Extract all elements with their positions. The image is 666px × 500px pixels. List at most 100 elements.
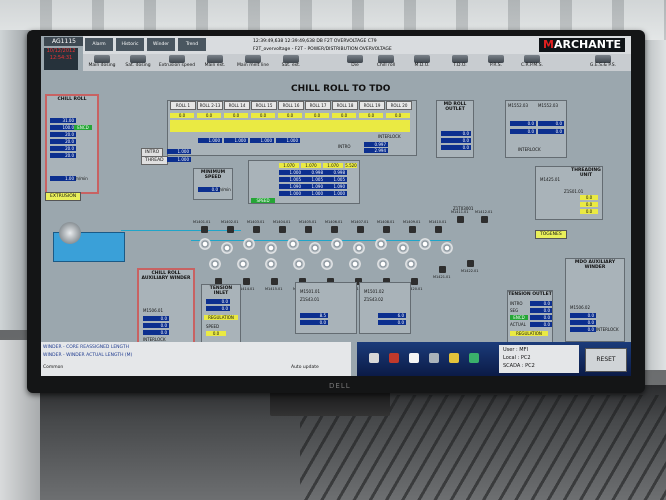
setpoint-right-value-1: 6.0 bbox=[378, 313, 406, 318]
right-top-panel: M1552.03 M1552.03 0.0 0.0 0.0 0.0 INTERL… bbox=[505, 100, 567, 158]
chill-roll-aux-winder-panel: CHILL ROLL AUXILIARY WINDER M1506.01 0.0… bbox=[137, 268, 195, 348]
scada-label: SCADA : bbox=[503, 363, 524, 369]
motor-bottom-label-3: M1415.01 bbox=[265, 287, 283, 291]
motor-label-12: M1412.01 bbox=[475, 210, 493, 214]
motor-5[interactable] bbox=[305, 226, 312, 233]
thread-label[interactable]: THREAD bbox=[141, 156, 168, 165]
setpoint-right-code: M1501.02 bbox=[364, 289, 384, 294]
menu-tdo[interactable]: T.D.O. bbox=[445, 54, 475, 71]
motor-6[interactable] bbox=[331, 226, 338, 233]
tension-inlet-value-1: 0.0 bbox=[206, 299, 230, 304]
roll-intro-value-3: 1.000 bbox=[250, 138, 274, 143]
film-path bbox=[121, 230, 241, 231]
tension-outlet-row-2: SEG bbox=[510, 308, 519, 313]
process-menu: Main dosing Sat. dosing Extrusion speed … bbox=[83, 54, 631, 71]
roller-5 bbox=[287, 238, 299, 250]
roller-20 bbox=[405, 258, 417, 270]
motor-label-4: M1404.01 bbox=[273, 220, 291, 224]
warning-icon[interactable] bbox=[449, 353, 459, 363]
message-line-1[interactable]: WINDER - CORE REASSIGNED LENGTH bbox=[43, 344, 129, 351]
roller-14 bbox=[237, 258, 249, 270]
ges-icon bbox=[595, 55, 611, 63]
motor-label-8: M1408.01 bbox=[377, 220, 395, 224]
stop-icon[interactable] bbox=[389, 353, 399, 363]
extrusion-tag[interactable]: EXTRUSION bbox=[45, 192, 82, 201]
roller-12 bbox=[441, 242, 453, 254]
chill-roll-panel: CHILL ROLL 31.00 100.0 ENCD 20.0 20.0 20… bbox=[45, 94, 99, 194]
chill-value-3: 20.0 bbox=[50, 132, 76, 137]
mdo-aux-value-1: 0.0 bbox=[570, 313, 596, 318]
chart-icon[interactable] bbox=[469, 353, 479, 363]
motor-3[interactable] bbox=[253, 226, 260, 233]
motor-4[interactable] bbox=[279, 226, 286, 233]
menu-main-ext[interactable]: Main ext. bbox=[199, 54, 231, 71]
roller-11 bbox=[419, 238, 431, 250]
menu-mdo[interactable]: M.D.O. bbox=[407, 54, 437, 71]
center-r1-b: 0.998 bbox=[301, 170, 325, 175]
alarm-button[interactable]: Alarm bbox=[85, 38, 113, 51]
reset-button[interactable]: RESET bbox=[585, 348, 627, 372]
dosing-icon bbox=[130, 55, 146, 63]
motor-21[interactable] bbox=[439, 266, 446, 273]
mdo-aux-interlock: INTERLOCK bbox=[596, 327, 619, 332]
menu-die[interactable]: Die bbox=[345, 54, 365, 71]
roll-value-1: 0.0 bbox=[170, 113, 194, 118]
menu-main-melt-line[interactable]: Main melt line bbox=[233, 54, 273, 71]
menu-extrusion-speed[interactable]: Extrusion speed bbox=[157, 54, 197, 71]
motor-9[interactable] bbox=[409, 226, 416, 233]
md-roll-outlet-title: MD ROLL OUTLET bbox=[443, 102, 467, 112]
motor-8[interactable] bbox=[383, 226, 390, 233]
mdo-aux-title: MDO AUXILIARY WINDER bbox=[574, 260, 616, 270]
motor-14[interactable] bbox=[243, 278, 250, 285]
scada-screen: AG1115 10/12/2012 12:54:31 Alarm Histori… bbox=[41, 36, 631, 376]
motor-15[interactable] bbox=[271, 278, 278, 285]
menu-crpms[interactable]: C.R.P.M.S. bbox=[517, 54, 547, 71]
tab-label[interactable]: AG1115 bbox=[44, 37, 84, 46]
auto-update-checkbox[interactable]: Auto update bbox=[291, 364, 319, 371]
historic-button[interactable]: Historic bbox=[116, 38, 144, 51]
winder-button[interactable]: Winder bbox=[147, 38, 175, 51]
roll-header-4: ROLL 15 bbox=[251, 101, 277, 110]
minimum-speed-unit: m/min bbox=[218, 187, 231, 192]
speed-icon bbox=[169, 55, 185, 63]
right-top-interlock: INTERLOCK bbox=[518, 147, 541, 152]
right-top-label-1: M1552.03 bbox=[508, 103, 528, 108]
mdo-aux-code: M1506.02 bbox=[570, 305, 590, 310]
message-panel: WINDER - CORE REASSIGNED LENGTH WINDER -… bbox=[41, 342, 351, 376]
motor-10[interactable] bbox=[435, 226, 442, 233]
menu-sat-dosing[interactable]: Sat. dosing bbox=[121, 54, 155, 71]
tension-inlet-regulation[interactable]: REGULATION bbox=[204, 315, 238, 320]
motor-label-7: M1407.01 bbox=[351, 220, 369, 224]
message-line-2[interactable]: WINDER - WINDER ACTUAL LENGTH (M) bbox=[43, 352, 132, 359]
menu-prs[interactable]: P.R.S. bbox=[481, 54, 511, 71]
to-genes-tag[interactable]: TOGENES bbox=[535, 230, 567, 239]
chill-aux-value-3: 0.0 bbox=[143, 330, 169, 335]
menu-sat-ext[interactable]: Sat. ext. bbox=[275, 54, 307, 71]
motor-12[interactable] bbox=[481, 216, 488, 223]
file-icon[interactable] bbox=[369, 353, 379, 363]
chill-value-5: 20.0 bbox=[50, 146, 76, 151]
rolls-interlock-label: INTERLOCK bbox=[378, 134, 401, 139]
tension-outlet-regulation[interactable]: REGULATION bbox=[510, 331, 548, 336]
message-filter-select[interactable]: Common bbox=[43, 364, 63, 371]
chill-aux-value-2: 0.0 bbox=[143, 323, 169, 328]
print-icon[interactable] bbox=[429, 353, 439, 363]
document-icon[interactable] bbox=[409, 353, 419, 363]
window-left bbox=[0, 30, 30, 330]
trend-button[interactable]: Trend bbox=[178, 38, 206, 51]
motor-label-6: M1406.01 bbox=[325, 220, 343, 224]
md-outlet-value-1: 0.0 bbox=[441, 131, 471, 136]
menu-main-dosing[interactable]: Main dosing bbox=[85, 54, 119, 71]
motor-20[interactable] bbox=[411, 278, 418, 285]
motor-2[interactable] bbox=[227, 226, 234, 233]
motor-7[interactable] bbox=[357, 226, 364, 233]
motor-label-3: M1403.01 bbox=[247, 220, 265, 224]
motor-1[interactable] bbox=[201, 226, 208, 233]
roll-header-5: ROLL 16 bbox=[278, 101, 304, 110]
menu-chill-roll[interactable]: Chill roll bbox=[371, 54, 401, 71]
chill-aux-code: M1506.01 bbox=[143, 308, 163, 313]
motor-22[interactable] bbox=[467, 260, 474, 267]
motor-11[interactable] bbox=[457, 216, 464, 223]
menu-ges-ps[interactable]: G.E.S.& P.S. bbox=[583, 54, 623, 71]
roll-value-6: 0.0 bbox=[305, 113, 329, 118]
